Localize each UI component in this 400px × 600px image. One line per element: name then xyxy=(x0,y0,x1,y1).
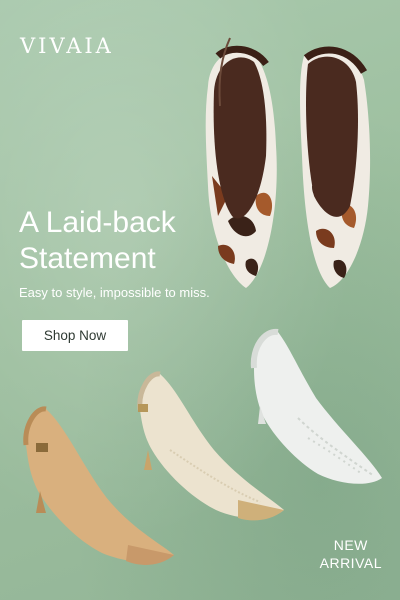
badge-line-1: NEW xyxy=(333,537,368,553)
cow-print-shoe-right xyxy=(300,46,371,288)
cow-print-shoe-pair-image xyxy=(205,37,371,289)
new-arrival-badge: NEW ARRIVAL xyxy=(320,536,382,572)
cow-print-shoe-left xyxy=(205,37,277,289)
shop-now-button[interactable]: Shop Now xyxy=(22,320,128,351)
brand-logo: VIVAIA xyxy=(20,34,114,58)
headline-line-2: Statement xyxy=(19,242,156,275)
subheadline: Easy to style, impossible to miss. xyxy=(19,285,210,300)
headline-line-1: A Laid-back xyxy=(19,206,176,239)
headline: A Laid-back Statement xyxy=(19,205,176,277)
ad-banner[interactable]: VIVAIA A Laid-back Statement Easy to sty… xyxy=(0,0,400,600)
camel-shoe-image xyxy=(23,406,174,565)
badge-line-2: ARRIVAL xyxy=(319,555,382,571)
